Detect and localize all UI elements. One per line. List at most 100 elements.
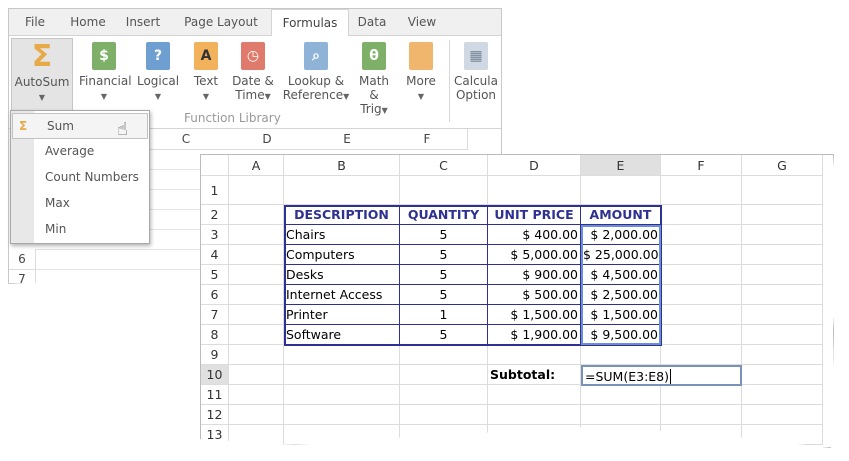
tab-formulas[interactable]: Formulas bbox=[271, 9, 349, 37]
grid-cell[interactable] bbox=[284, 365, 400, 385]
grid-cell[interactable] bbox=[742, 325, 823, 345]
grid-cell[interactable] bbox=[229, 225, 284, 245]
grid-cell[interactable] bbox=[661, 245, 742, 265]
grid-cell[interactable] bbox=[229, 176, 284, 205]
ribbon-button-date[interactable]: ◷ Date & Time▼ bbox=[229, 38, 277, 114]
grid-cell[interactable] bbox=[488, 425, 581, 445]
grid-cell[interactable] bbox=[742, 205, 823, 225]
column-header-D[interactable]: D bbox=[227, 129, 308, 150]
grid-cell[interactable] bbox=[742, 405, 823, 425]
column-header-E[interactable]: E bbox=[307, 129, 388, 150]
row-header-2[interactable]: 2 bbox=[201, 205, 229, 225]
grid-cell[interactable] bbox=[284, 405, 400, 425]
grid-cell[interactable] bbox=[229, 205, 284, 225]
ribbon-button-lookup[interactable]: ⌕ Lookup & Reference▼ bbox=[281, 38, 351, 114]
grid-cell[interactable] bbox=[581, 425, 661, 445]
grid-cell[interactable] bbox=[284, 176, 400, 205]
grid-cell[interactable] bbox=[229, 325, 284, 345]
row-header-11[interactable]: 11 bbox=[201, 385, 229, 405]
tab-view[interactable]: View bbox=[397, 9, 447, 35]
formula-edit-cell[interactable]: =SUM(E3:E8) bbox=[581, 365, 742, 386]
grid-cell[interactable] bbox=[284, 425, 400, 445]
grid-cell[interactable] bbox=[742, 425, 823, 445]
amount-cell[interactable]: $ 1,500.00 bbox=[581, 305, 661, 325]
grid-cell[interactable] bbox=[400, 345, 488, 365]
tab-home[interactable]: Home bbox=[57, 9, 119, 35]
grid-cell[interactable] bbox=[661, 285, 742, 305]
quantity-cell[interactable]: 5 bbox=[400, 245, 488, 265]
grid-cell[interactable] bbox=[229, 245, 284, 265]
column-header-E[interactable]: E bbox=[581, 155, 661, 176]
column-header-F[interactable]: F bbox=[661, 155, 742, 176]
menu-item-max[interactable]: Max bbox=[11, 191, 147, 215]
grid-cell[interactable] bbox=[581, 405, 661, 425]
grid-cell[interactable] bbox=[488, 176, 581, 205]
grid-cell[interactable] bbox=[229, 425, 284, 445]
unit-price-cell[interactable]: $ 900.00 bbox=[488, 265, 581, 285]
menu-item-count-numbers[interactable]: Count Numbers bbox=[11, 165, 147, 189]
grid-cell[interactable] bbox=[661, 345, 742, 365]
description-cell[interactable]: Computers bbox=[284, 245, 400, 265]
grid-cell[interactable] bbox=[284, 385, 400, 405]
amount-cell[interactable]: $ 4,500.00 bbox=[581, 265, 661, 285]
row-header-8[interactable]: 8 bbox=[201, 325, 229, 345]
grid-cell[interactable] bbox=[742, 365, 823, 385]
grid-cell[interactable] bbox=[742, 265, 823, 285]
description-cell[interactable]: Chairs bbox=[284, 225, 400, 245]
table-header-unit-price[interactable]: UNIT PRICE bbox=[488, 205, 581, 225]
grid-cell[interactable] bbox=[661, 325, 742, 345]
row-header-3[interactable]: 3 bbox=[201, 225, 229, 245]
unit-price-cell[interactable]: $ 500.00 bbox=[488, 285, 581, 305]
grid-cell[interactable] bbox=[488, 405, 581, 425]
grid-cell[interactable] bbox=[742, 285, 823, 305]
grid-cell[interactable] bbox=[229, 365, 284, 385]
grid-cell[interactable] bbox=[661, 385, 742, 405]
grid-cell[interactable] bbox=[229, 265, 284, 285]
column-header-C[interactable]: C bbox=[400, 155, 488, 176]
unit-price-cell[interactable]: $ 400.00 bbox=[488, 225, 581, 245]
grid-cell[interactable] bbox=[284, 345, 400, 365]
table-header-description[interactable]: DESCRIPTION bbox=[284, 205, 400, 225]
amount-cell[interactable]: $ 25,000.00 bbox=[581, 245, 661, 265]
quantity-cell[interactable]: 5 bbox=[400, 285, 488, 305]
ribbon-button-logical[interactable]: ? Logical ▼ bbox=[135, 38, 181, 114]
grid-cell[interactable] bbox=[661, 205, 742, 225]
row-header-4[interactable]: 4 bbox=[201, 245, 229, 265]
row-header-9[interactable]: 9 bbox=[201, 345, 229, 365]
menu-item-min[interactable]: Min bbox=[11, 217, 147, 241]
quantity-cell[interactable]: 5 bbox=[400, 225, 488, 245]
column-header-A[interactable]: A bbox=[229, 155, 284, 176]
row-header-6[interactable]: 6 bbox=[9, 249, 36, 270]
ribbon-button-more[interactable]: More ▼ bbox=[401, 38, 441, 114]
menu-item-average[interactable]: Average bbox=[11, 139, 147, 163]
ribbon-button-financial[interactable]: $ Financial ▼ bbox=[79, 38, 132, 114]
grid-cell[interactable] bbox=[661, 405, 742, 425]
unit-price-cell[interactable]: $ 1,500.00 bbox=[488, 305, 581, 325]
tab-insert[interactable]: Insert bbox=[113, 9, 173, 35]
row-header-5[interactable]: 5 bbox=[201, 265, 229, 285]
description-cell[interactable]: Software bbox=[284, 325, 400, 345]
grid-cell[interactable] bbox=[400, 385, 488, 405]
row-header-7[interactable]: 7 bbox=[9, 269, 36, 283]
description-cell[interactable]: Desks bbox=[284, 265, 400, 285]
description-cell[interactable]: Internet Access bbox=[284, 285, 400, 305]
unit-price-cell[interactable]: $ 5,000.00 bbox=[488, 245, 581, 265]
grid-cell[interactable] bbox=[661, 225, 742, 245]
column-header-F[interactable]: F bbox=[387, 129, 468, 150]
ribbon-button-text[interactable]: A Text ▼ bbox=[185, 38, 227, 114]
grid-cell[interactable] bbox=[742, 305, 823, 325]
ribbon-button-calcula[interactable]: ▦ Calcula Option bbox=[451, 38, 501, 114]
grid-cell[interactable] bbox=[661, 305, 742, 325]
amount-cell[interactable]: $ 2,500.00 bbox=[581, 285, 661, 305]
grid-cell[interactable] bbox=[581, 176, 661, 205]
grid-cell[interactable] bbox=[400, 176, 488, 205]
row-header-12[interactable]: 12 bbox=[201, 405, 229, 425]
column-header-G[interactable]: G bbox=[742, 155, 823, 176]
grid-cell[interactable] bbox=[742, 385, 823, 405]
grid-cell[interactable] bbox=[742, 176, 823, 205]
amount-cell[interactable]: $ 2,000.00 bbox=[581, 225, 661, 245]
grid-cell[interactable] bbox=[581, 385, 661, 405]
row-header-1[interactable]: 1 bbox=[201, 176, 229, 205]
tab-page-layout[interactable]: Page Layout bbox=[171, 9, 271, 35]
tab-data[interactable]: Data bbox=[347, 9, 397, 35]
